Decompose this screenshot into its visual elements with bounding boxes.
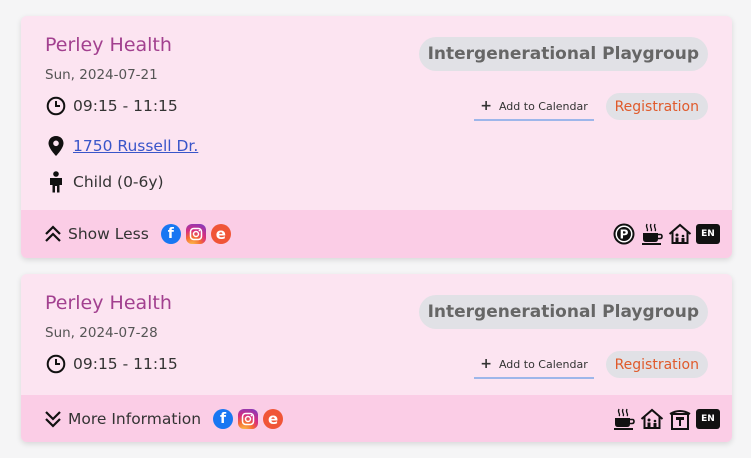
indoor-home-icon xyxy=(640,407,664,431)
coffee-icon xyxy=(640,222,664,246)
chevron-double-down-icon xyxy=(43,409,63,429)
toggle-label: More Information xyxy=(68,409,202,428)
more-information-toggle[interactable]: More Information f e xyxy=(43,395,284,442)
amenities: P EN xyxy=(612,210,720,258)
event-address-row: 1750 Russell Dr. xyxy=(45,135,198,157)
facebook-icon[interactable]: f xyxy=(213,408,234,429)
event-organization: Perley Health xyxy=(45,34,172,56)
event-category-badge: Intergenerational Playgroup xyxy=(418,295,708,329)
event-time: 09:15 - 11:15 xyxy=(73,355,178,373)
language-badge: EN xyxy=(696,408,720,429)
add-to-calendar-button[interactable]: + Add to Calendar xyxy=(474,93,594,121)
event-address-link[interactable]: 1750 Russell Dr. xyxy=(73,137,198,155)
show-less-toggle[interactable]: Show Less f e xyxy=(43,210,231,258)
event-age-row: Child (0-6y) xyxy=(45,171,164,193)
event-card-footer: More Information f e EN xyxy=(21,395,732,442)
parking-icon: P xyxy=(612,222,636,246)
coffee-icon xyxy=(612,407,636,431)
facebook-icon[interactable]: f xyxy=(160,224,181,244)
event-category-badge: Intergenerational Playgroup xyxy=(418,37,708,71)
add-to-calendar-label: Add to Calendar xyxy=(498,357,588,371)
svg-text:P: P xyxy=(620,228,629,242)
eventbrite-icon[interactable]: e xyxy=(263,408,284,429)
registration-button[interactable]: Registration xyxy=(605,351,708,378)
event-card: Perley Health Sun, 2024-07-21 Intergener… xyxy=(21,16,732,258)
social-links: f e xyxy=(160,224,231,244)
event-organization: Perley Health xyxy=(45,292,172,314)
event-age-group: Child (0-6y) xyxy=(73,173,164,191)
eventbrite-icon[interactable]: e xyxy=(210,224,231,244)
location-pin-icon xyxy=(45,135,67,157)
event-date: Sun, 2024-07-28 xyxy=(45,325,158,341)
shelter-icon xyxy=(668,407,692,431)
indoor-home-icon xyxy=(668,222,692,246)
plus-icon: + xyxy=(480,98,492,114)
instagram-icon[interactable] xyxy=(238,408,259,429)
child-icon xyxy=(45,171,67,193)
event-card: Perley Health Sun, 2024-07-28 Intergener… xyxy=(21,274,732,442)
language-badge: EN xyxy=(696,224,720,244)
registration-button[interactable]: Registration xyxy=(605,93,708,120)
event-time-row: 09:15 - 11:15 xyxy=(45,95,178,117)
plus-icon: + xyxy=(480,356,492,372)
event-date: Sun, 2024-07-21 xyxy=(45,67,158,83)
social-links: f e xyxy=(213,408,284,429)
toggle-label: Show Less xyxy=(68,225,149,243)
add-to-calendar-label: Add to Calendar xyxy=(498,99,588,113)
clock-icon xyxy=(45,353,67,375)
event-time: 09:15 - 11:15 xyxy=(73,97,178,115)
event-time-row: 09:15 - 11:15 xyxy=(45,353,178,375)
add-to-calendar-button[interactable]: + Add to Calendar xyxy=(474,351,594,379)
instagram-icon[interactable] xyxy=(185,224,206,244)
amenities: EN xyxy=(612,395,720,442)
chevron-double-up-icon xyxy=(43,224,63,244)
event-card-footer: Show Less f e P EN xyxy=(21,210,732,258)
clock-icon xyxy=(45,95,67,117)
